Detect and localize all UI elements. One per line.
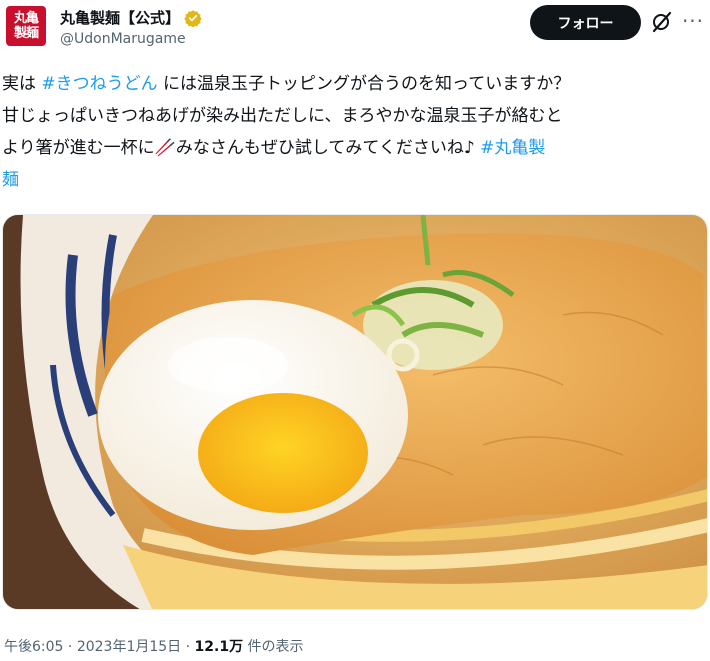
display-name[interactable]: 丸亀製麺【公式】 [60, 7, 180, 28]
tweet-line-4: 麺 [2, 164, 706, 196]
avatar[interactable]: 丸亀 製麺 [6, 6, 46, 46]
views-count[interactable]: 12.1万 [195, 639, 244, 655]
name-row: 丸亀製麺【公式】 [60, 7, 202, 28]
grok-icon[interactable] [650, 10, 674, 34]
hashtag-kitsune-udon[interactable]: #きつねうどん [41, 74, 157, 94]
tweet-date[interactable]: 2023年1月15日 [77, 639, 181, 655]
tweet-text-segment: みなさんもぜひ試してみてくださいね♪ [175, 138, 481, 158]
hashtag-marugame-seimen-continued[interactable]: 麺 [2, 170, 19, 190]
chopsticks-emoji-icon: 🥢 [154, 138, 176, 158]
tweet-meta: 午後6:05 · 2023年1月15日 · 12.1万 件の表示 [4, 636, 304, 656]
hashtag-marugame-seimen[interactable]: #丸亀製 [480, 138, 545, 158]
avatar-text-line2: 製麺 [13, 26, 39, 41]
more-icon[interactable]: ··· [680, 8, 706, 34]
tweet-line-2: 甘じょっぱいきつねあげが染み出ただしに、まろやかな温泉玉子が絡むと [2, 106, 563, 126]
tweet-time[interactable]: 午後6:05 [4, 639, 63, 655]
onsen-egg-icon [98, 300, 408, 530]
meta-separator: · [181, 639, 195, 655]
tweet-header: 丸亀 製麺 丸亀製麺【公式】 @UdonMarugame フォロー ··· [0, 0, 710, 60]
tweet-line-1: 実は #きつねうどん には温泉玉子トッピングが合うのを知っていますか？ [2, 68, 706, 100]
tweet-text-segment: には温泉玉子トッピングが合うのを知っていますか？ [157, 74, 571, 94]
follow-button[interactable]: フォロー [530, 5, 641, 40]
kitsune-udon-photo[interactable] [2, 214, 708, 610]
tweet-line-3: より箸が進む一杯に🥢みなさんもぜひ試してみてくださいね♪ #丸亀製 [2, 132, 706, 164]
meta-separator: · [63, 639, 77, 655]
avatar-text-line1: 丸亀 [13, 11, 39, 26]
account-handle[interactable]: @UdonMarugame [60, 31, 186, 47]
tweet-text-segment: より箸が進む一杯に [2, 138, 155, 158]
photo-illustration [3, 215, 707, 609]
verified-badge-icon [184, 9, 202, 27]
views-label: 件の表示 [243, 639, 304, 655]
tweet-text-segment: 実は [2, 74, 42, 94]
tweet-text: 実は #きつねうどん には温泉玉子トッピングが合うのを知っていますか？ 甘じょっ… [2, 68, 706, 196]
